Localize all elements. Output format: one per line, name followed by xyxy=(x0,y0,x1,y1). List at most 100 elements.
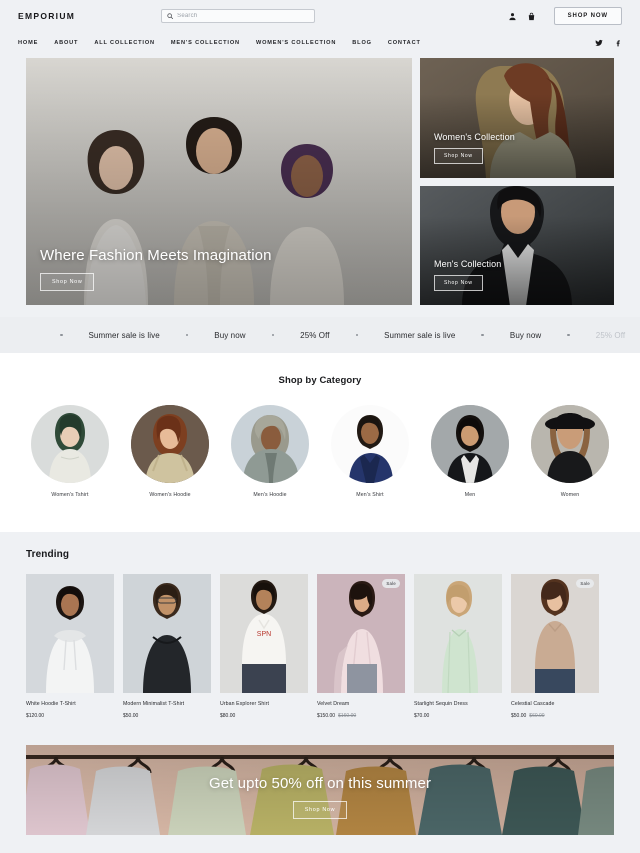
product-price-row: $70.00 xyxy=(414,713,502,719)
category-label: Men xyxy=(464,492,476,498)
search-icon xyxy=(167,13,174,19)
marquee-dot xyxy=(60,333,63,337)
product-name: Velvet Dream xyxy=(317,701,350,707)
hero-title: Where Fashion Meets Imagination xyxy=(40,247,272,264)
promo-title: Get upto 50% off on this summer xyxy=(208,775,432,792)
social-links xyxy=(595,39,622,47)
product-image xyxy=(26,574,114,693)
womens-hoodie-image xyxy=(131,405,209,483)
product-card[interactable]: SPN Urban Explorer Shirt $80.00 xyxy=(220,574,308,719)
promo-shop-now-button[interactable]: Shop Now xyxy=(292,801,348,819)
category-item-men[interactable]: Men xyxy=(431,405,509,498)
mens-collection-title: Men's Collection xyxy=(434,259,502,269)
category-item-mens-shirt[interactable]: Men's Shirt xyxy=(331,405,409,498)
top-bar: EMPORIUM SHOP NOW xyxy=(0,0,640,32)
white-hoodie-tshirt-image xyxy=(26,574,114,693)
product-name: Modern Minimalist T-Shirt xyxy=(123,701,185,707)
product-price-row: $50.00 xyxy=(123,713,211,719)
womens-collection-button[interactable]: Shop Now xyxy=(434,147,483,164)
product-price: $120.00 xyxy=(26,713,45,719)
category-label: Men's Shirt xyxy=(356,492,384,498)
womens-collection-content: Women's Collection Shop Now xyxy=(434,132,515,164)
category-item-womens-hoodie[interactable]: Women's Hoodie xyxy=(131,405,209,498)
product-card[interactable]: Modern Minimalist T-Shirt $50.00 xyxy=(123,574,211,719)
mens-collection-card[interactable]: Men's Collection Shop Now xyxy=(420,185,614,305)
product-card[interactable]: Starlight Sequin Dress $70.00 xyxy=(414,574,502,719)
category-label: Men's Hoodie xyxy=(253,492,287,498)
category-list: Women's Tshirt Women's Hoodie Men's Hood… xyxy=(0,405,640,498)
category-item-womens-tshirt[interactable]: Women's Tshirt xyxy=(31,405,109,498)
brand-logo[interactable]: EMPORIUM xyxy=(18,11,75,21)
nav-item-womens-collection[interactable]: WOMEN'S COLLECTION xyxy=(256,40,336,46)
summer-promo-banner[interactable]: Get upto 50% off on this summer Shop Now xyxy=(26,745,614,835)
womens-tshirt-image xyxy=(31,405,109,483)
search-input[interactable] xyxy=(177,13,310,19)
category-item-mens-hoodie[interactable]: Men's Hoodie xyxy=(231,405,309,498)
product-card[interactable]: White Hoodie T-Shirt $120.00 xyxy=(26,574,114,719)
mens-shirt-image xyxy=(331,405,409,483)
mens-collection-button[interactable]: Shop Now xyxy=(434,275,483,291)
twitter-icon[interactable] xyxy=(595,39,603,47)
nav-item-contact[interactable]: CONTACT xyxy=(388,40,421,46)
category-thumb xyxy=(31,405,109,483)
category-thumb xyxy=(531,405,609,483)
product-price-row: $50.00 $60.00 xyxy=(511,713,599,719)
product-price: $150.00 xyxy=(317,713,336,719)
bag-icon[interactable] xyxy=(527,12,536,21)
category-thumb xyxy=(231,405,309,483)
product-image: Sale xyxy=(317,574,405,693)
hero-section: Where Fashion Meets Imagination Shop Now xyxy=(0,58,640,305)
product-price: $50.00 xyxy=(511,713,527,719)
nav-links: HOME ABOUT ALL COLLECTION MEN'S COLLECTI… xyxy=(18,40,421,46)
sale-badge: Sale xyxy=(576,579,594,588)
nav-item-blog[interactable]: BLOG xyxy=(352,40,372,46)
trending-section: Trending White Hoodie T-Shirt $120.00 Mo… xyxy=(0,532,640,735)
product-name: White Hoodie T-Shirt xyxy=(26,701,76,707)
womens-collection-title: Women's Collection xyxy=(434,131,515,142)
urban-explorer-shirt-image: SPN xyxy=(220,574,308,693)
product-image: Sale xyxy=(511,574,599,693)
shop-now-button[interactable]: SHOP NOW xyxy=(553,7,622,25)
user-icon[interactable] xyxy=(508,12,517,21)
marquee-dot xyxy=(355,333,359,337)
product-name: Urban Explorer Shirt xyxy=(220,701,269,707)
search-box[interactable] xyxy=(161,9,316,23)
womens-collection-card[interactable]: Women's Collection Shop Now xyxy=(420,58,614,178)
promo-marquee: Summer sale is live Buy now 25% Off Summ… xyxy=(0,317,640,353)
mens-collection-content: Men's Collection Shop Now xyxy=(434,259,501,291)
celestial-cascade-image xyxy=(511,574,599,693)
product-old-price: $60.00 xyxy=(529,713,545,719)
category-label: Women xyxy=(560,492,580,498)
header-actions: SHOP NOW xyxy=(508,7,622,25)
velvet-dream-image xyxy=(317,574,405,693)
facebook-icon[interactable] xyxy=(614,39,622,47)
mens-hoodie-image xyxy=(231,405,309,483)
category-label: Women's Tshirt xyxy=(51,492,89,498)
nav-item-mens-collection[interactable]: MEN'S COLLECTION xyxy=(171,40,240,46)
promo-content: Get upto 50% off on this summer Shop Now xyxy=(26,745,614,835)
product-image xyxy=(414,574,502,693)
trending-title: Trending xyxy=(26,549,70,560)
nav-item-about[interactable]: ABOUT xyxy=(54,40,78,46)
product-card[interactable]: Sale Velvet Dream $150.00 $160.00 xyxy=(317,574,405,719)
marquee-item: Buy now xyxy=(214,330,246,340)
category-item-women[interactable]: Women xyxy=(531,405,609,498)
women-image xyxy=(531,405,609,483)
hero-main-banner[interactable]: Where Fashion Meets Imagination Shop Now xyxy=(26,58,412,305)
trending-product-list: White Hoodie T-Shirt $120.00 Modern Mini… xyxy=(26,574,614,719)
starlight-sequin-dress-image xyxy=(414,574,502,693)
page-root: EMPORIUM SHOP NOW HOME ABOUT ALL COLLECT… xyxy=(0,0,640,853)
product-price-row: $150.00 $160.00 xyxy=(317,713,405,719)
modern-minimalist-tshirt-image xyxy=(123,574,211,693)
product-old-price: $160.00 xyxy=(338,713,357,719)
marquee-dot xyxy=(185,333,189,337)
category-label: Women's Hoodie xyxy=(149,492,191,498)
nav-item-all-collection[interactable]: ALL COLLECTION xyxy=(94,40,155,46)
product-price: $80.00 xyxy=(220,713,236,719)
hero-shop-now-button[interactable]: Shop Now xyxy=(40,273,95,291)
product-card[interactable]: Sale Celestial Cascade $50.00 $60.00 xyxy=(511,574,599,719)
category-thumb xyxy=(431,405,509,483)
product-price-row: $120.00 xyxy=(26,713,114,719)
marquee-dot xyxy=(271,333,275,337)
nav-item-home[interactable]: HOME xyxy=(18,40,38,46)
